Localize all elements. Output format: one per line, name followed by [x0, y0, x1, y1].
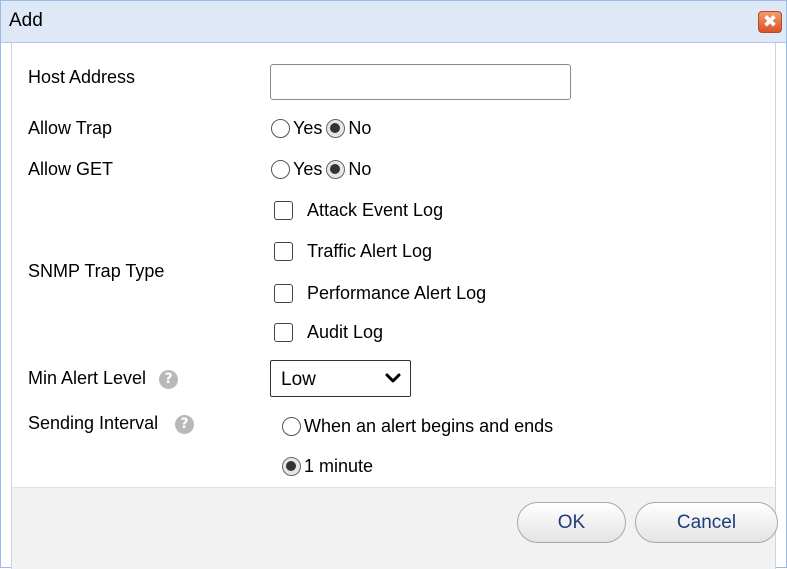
ok-button[interactable]: OK [517, 502, 626, 543]
dialog-footer: OK Cancel [11, 487, 778, 569]
allow-get-label: Allow GET [28, 159, 114, 179]
allow-trap-yes-label[interactable]: Yes [293, 118, 322, 139]
chevron-down-icon [385, 373, 401, 383]
help-icon[interactable]: ? [159, 369, 179, 389]
sending-interval-row: Sending Interval ? [28, 413, 195, 434]
performance-alert-log-checkbox[interactable] [274, 284, 293, 303]
attack-event-log-checkbox[interactable] [274, 201, 293, 220]
host-address-input[interactable] [270, 64, 571, 100]
min-alert-level-row: Min Alert Level ? [28, 368, 179, 389]
host-address-label: Host Address [28, 67, 136, 87]
audit-log-checkbox[interactable] [274, 323, 293, 342]
audit-log-label[interactable]: Audit Log [307, 322, 383, 343]
allow-trap-no-label[interactable]: No [348, 118, 371, 139]
allow-get-yes-radio[interactable] [271, 160, 290, 179]
help-icon[interactable]: ? [175, 414, 195, 434]
min-alert-level-select[interactable]: Low [270, 360, 411, 397]
traffic-alert-log-label[interactable]: Traffic Alert Log [307, 241, 432, 262]
allow-get-no-radio[interactable] [326, 160, 346, 179]
allow-get-no-label[interactable]: No [348, 159, 371, 180]
cancel-button[interactable]: Cancel [635, 502, 778, 543]
allow-trap-yes-radio[interactable] [271, 119, 290, 138]
performance-alert-log-option[interactable]: Performance Alert Log [274, 283, 486, 304]
traffic-alert-log-option[interactable]: Traffic Alert Log [274, 241, 432, 262]
performance-alert-log-label[interactable]: Performance Alert Log [307, 283, 486, 304]
close-icon[interactable]: ✖ [758, 11, 782, 33]
interval-1-minute-radio[interactable] [282, 457, 301, 476]
sending-interval-label: Sending Interval [28, 413, 159, 433]
dialog-title: Add [9, 10, 43, 31]
dialog-titlebar[interactable]: Add ✖ [1, 1, 786, 43]
allow-trap-radio-group: Yes No [271, 118, 375, 139]
audit-log-option[interactable]: Audit Log [274, 322, 383, 343]
allow-trap-label: Allow Trap [28, 118, 113, 138]
attack-event-log-label[interactable]: Attack Event Log [307, 200, 443, 221]
snmp-trap-type-label: SNMP Trap Type [28, 261, 165, 281]
interval-1-minute-label[interactable]: 1 minute [304, 456, 373, 477]
allow-get-radio-group: Yes No [271, 159, 375, 180]
add-dialog: Add ✖ Host Address Allow Trap Yes No All… [0, 0, 787, 569]
attack-event-log-option[interactable]: Attack Event Log [274, 200, 443, 221]
min-alert-level-label: Min Alert Level [28, 368, 147, 388]
min-alert-level-value: Low [281, 369, 316, 390]
interval-1-minute-option[interactable]: 1 minute [282, 456, 377, 477]
interval-begins-ends-radio[interactable] [282, 417, 301, 436]
interval-begins-ends-label[interactable]: When an alert begins and ends [304, 416, 553, 437]
traffic-alert-log-checkbox[interactable] [274, 242, 293, 261]
allow-trap-no-radio[interactable] [326, 119, 346, 138]
allow-get-yes-label[interactable]: Yes [293, 159, 322, 180]
interval-begins-ends-option[interactable]: When an alert begins and ends [282, 416, 557, 437]
